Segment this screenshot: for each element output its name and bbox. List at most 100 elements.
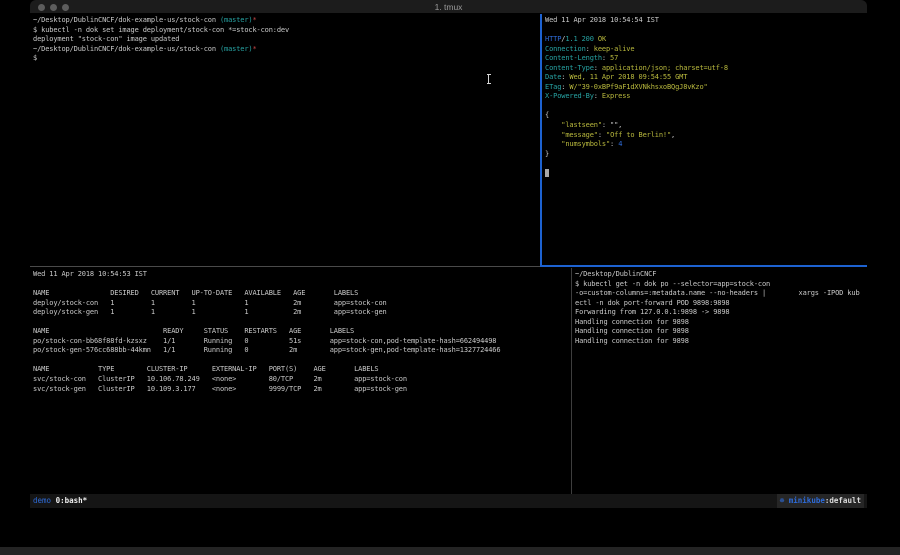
terminal-line: $ kubectl get -n dok po --selector=app=s… bbox=[575, 280, 864, 290]
terminal-line bbox=[545, 102, 864, 112]
terminal-line: Date: Wed, 11 Apr 2018 09:54:55 GMT bbox=[545, 73, 864, 83]
terminal-window: 1. tmux ~/Desktop/DublinCNCF/dok-example… bbox=[30, 0, 867, 508]
terminal-line: po/stock-con-bb68f88fd-kzsxz 1/1 Running… bbox=[33, 337, 568, 347]
text-segment: "Off to Berlin!" bbox=[606, 131, 671, 139]
terminal-line: -o=custom-columns=:metadata.name --no-he… bbox=[575, 289, 864, 299]
text-segment: Wed 11 Apr 2018 10:54:54 IST bbox=[545, 16, 659, 24]
text-segment: -o=custom-columns=:metadata.name --no-he… bbox=[575, 289, 860, 297]
terminal-line: HTTP/1.1 200 OK bbox=[545, 35, 864, 45]
text-segment: 4 bbox=[618, 140, 622, 148]
terminal-line: Content-Type: application/json; charset=… bbox=[545, 64, 864, 74]
text-segment: deploy/stock-gen 1 1 1 1 2m app=stock-ge… bbox=[33, 308, 387, 316]
text-segment: Handling connection for 9898 bbox=[575, 318, 689, 326]
terminal-line bbox=[545, 159, 864, 169]
terminal-line: ~/Desktop/DublinCNCF bbox=[575, 270, 864, 280]
mouse-ibeam-cursor bbox=[486, 74, 491, 84]
text-segment: W/"39-0xBPf9aF1dXVNkhsxoBQgJ8vKzo" bbox=[569, 83, 707, 91]
terminal-cursor bbox=[545, 169, 549, 177]
text-segment: svc/stock-gen ClusterIP 10.109.3.177 <no… bbox=[33, 385, 407, 393]
text-segment bbox=[545, 140, 561, 148]
window-title: 1. tmux bbox=[30, 2, 867, 12]
terminal-line bbox=[33, 356, 568, 366]
terminal-line: Wed 11 Apr 2018 10:54:54 IST bbox=[545, 16, 864, 26]
pane-kubectl-get-watch[interactable]: Wed 11 Apr 2018 10:54:53 IST NAME DESIRED… bbox=[30, 268, 571, 494]
terminal-line: deploy/stock-gen 1 1 1 1 2m app=stock-ge… bbox=[33, 308, 568, 318]
text-segment: NAME DESIRED CURRENT UP-TO-DATE AVAILABL… bbox=[33, 289, 358, 297]
text-segment: : bbox=[598, 131, 606, 139]
text-segment: po/stock-gen-576cc688bb-44kmn 1/1 Runnin… bbox=[33, 346, 500, 354]
text-segment: $ kubectl get -n dok po --selector=app=s… bbox=[575, 280, 770, 288]
terminal-line: "numsymbols": 4 bbox=[545, 140, 864, 150]
http-status-code: 1.1 200 bbox=[565, 35, 593, 43]
pane-divider-horizontal[interactable] bbox=[30, 266, 540, 267]
terminal-line: Connection: keep-alive bbox=[545, 45, 864, 55]
git-branch: (master) bbox=[220, 45, 253, 53]
text-segment: ectl -n dok port-forward POD 9898:9898 bbox=[575, 299, 729, 307]
pane-divider-vertical[interactable] bbox=[571, 268, 572, 494]
text-segment: $ bbox=[33, 54, 37, 62]
status-left: demo 0:bash* bbox=[33, 494, 87, 508]
terminal-line bbox=[545, 169, 864, 179]
text-segment: : bbox=[594, 64, 602, 72]
text-segment: Content-Length bbox=[545, 54, 602, 62]
kubernetes-icon: ☸ bbox=[780, 496, 789, 505]
text-segment: "lastseen" bbox=[561, 121, 602, 129]
status-right: ☸ minikube:default bbox=[777, 494, 864, 508]
terminal-line: po/stock-gen-576cc688bb-44kmn 1/1 Runnin… bbox=[33, 346, 568, 356]
git-branch: (master) bbox=[220, 16, 253, 24]
terminal-line: } bbox=[545, 150, 864, 160]
text-segment: application/json; charset=utf-8 bbox=[602, 64, 728, 72]
tmux-status-bar: demo 0:bash* ☸ minikube:default bbox=[30, 494, 867, 508]
text-segment: Handling connection for 9898 bbox=[575, 337, 689, 345]
text-segment: NAME READY STATUS RESTARTS AGE LABELS bbox=[33, 327, 354, 335]
terminal-line: "lastseen": "", bbox=[545, 121, 864, 131]
terminal-line: Forwarding from 127.0.0.1:9898 -> 9898 bbox=[575, 308, 864, 318]
terminal-line: $ bbox=[33, 54, 537, 64]
pane-divider-vertical-active[interactable] bbox=[540, 14, 542, 266]
text-segment: $ kubectl -n dok set image deployment/st… bbox=[33, 26, 289, 34]
terminal-line bbox=[33, 318, 568, 328]
terminal-line: X-Powered-By: Express bbox=[545, 92, 864, 102]
terminal-line bbox=[33, 280, 568, 290]
text-segment: deploy/stock-con 1 1 1 1 2m app=stock-co… bbox=[33, 299, 387, 307]
terminal-line: { bbox=[545, 111, 864, 121]
text-segment: : "", bbox=[602, 121, 622, 129]
terminal-line: "message": "Off to Berlin!", bbox=[545, 131, 864, 141]
pane-shell-kubectl-set-image[interactable]: ~/Desktop/DublinCNCF/dok-example-us/stoc… bbox=[30, 14, 540, 266]
desktop: 1. tmux ~/Desktop/DublinCNCF/dok-example… bbox=[0, 0, 900, 555]
text-segment: ~/Desktop/DublinCNCF bbox=[575, 270, 656, 278]
text-segment: deployment "stock-con" image updated bbox=[33, 35, 179, 43]
text-segment: Connection bbox=[545, 45, 586, 53]
text-segment: Wed, 11 Apr 2018 09:54:55 GMT bbox=[569, 73, 687, 81]
text-segment: Date bbox=[545, 73, 561, 81]
text-segment: : bbox=[586, 45, 594, 53]
terminal-line: deployment "stock-con" image updated bbox=[33, 35, 537, 45]
text-segment: svc/stock-con ClusterIP 10.106.78.249 <n… bbox=[33, 375, 407, 383]
window-titlebar[interactable]: 1. tmux bbox=[30, 0, 867, 14]
terminal-line: deploy/stock-con 1 1 1 1 2m app=stock-co… bbox=[33, 299, 568, 309]
text-segment: 57 bbox=[610, 54, 618, 62]
terminal-line: Handling connection for 9898 bbox=[575, 327, 864, 337]
terminal-line: svc/stock-con ClusterIP 10.106.78.249 <n… bbox=[33, 375, 568, 385]
text-segment: X-Powered-By bbox=[545, 92, 594, 100]
text-segment: "message" bbox=[561, 131, 598, 139]
pane-http-response[interactable]: Wed 11 Apr 2018 10:54:54 IST HTTP/1.1 200… bbox=[542, 14, 867, 265]
text-segment bbox=[545, 131, 561, 139]
terminal-line: svc/stock-gen ClusterIP 10.109.3.177 <no… bbox=[33, 385, 568, 395]
pane-divider-horizontal-active[interactable] bbox=[540, 265, 867, 267]
text-segment: { bbox=[545, 111, 549, 119]
terminal-line: ~/Desktop/DublinCNCF/dok-example-us/stoc… bbox=[33, 45, 537, 55]
pane-port-forward[interactable]: ~/Desktop/DublinCNCF $ kubectl get -n dok… bbox=[572, 268, 867, 494]
kube-namespace: :default bbox=[825, 496, 861, 505]
text-segment: Forwarding from 127.0.0.1:9898 -> 9898 bbox=[575, 308, 729, 316]
text-segment: "numsymbols" bbox=[561, 140, 610, 148]
terminal-line: Wed 11 Apr 2018 10:54:53 IST bbox=[33, 270, 568, 280]
text-segment: Wed 11 Apr 2018 10:54:53 IST bbox=[33, 270, 147, 278]
text-segment: ~/Desktop/DublinCNCF/dok-example-us/stoc… bbox=[33, 16, 220, 24]
terminal-line: NAME DESIRED CURRENT UP-TO-DATE AVAILABL… bbox=[33, 289, 568, 299]
terminal-line: Content-Length: 57 bbox=[545, 54, 864, 64]
text-segment: NAME TYPE CLUSTER-IP EXTERNAL-IP PORT(S)… bbox=[33, 365, 378, 373]
window-tab-bash[interactable]: 0:bash* bbox=[56, 496, 88, 505]
terminal-line: NAME TYPE CLUSTER-IP EXTERNAL-IP PORT(S)… bbox=[33, 365, 568, 375]
text-segment: * bbox=[252, 45, 256, 53]
